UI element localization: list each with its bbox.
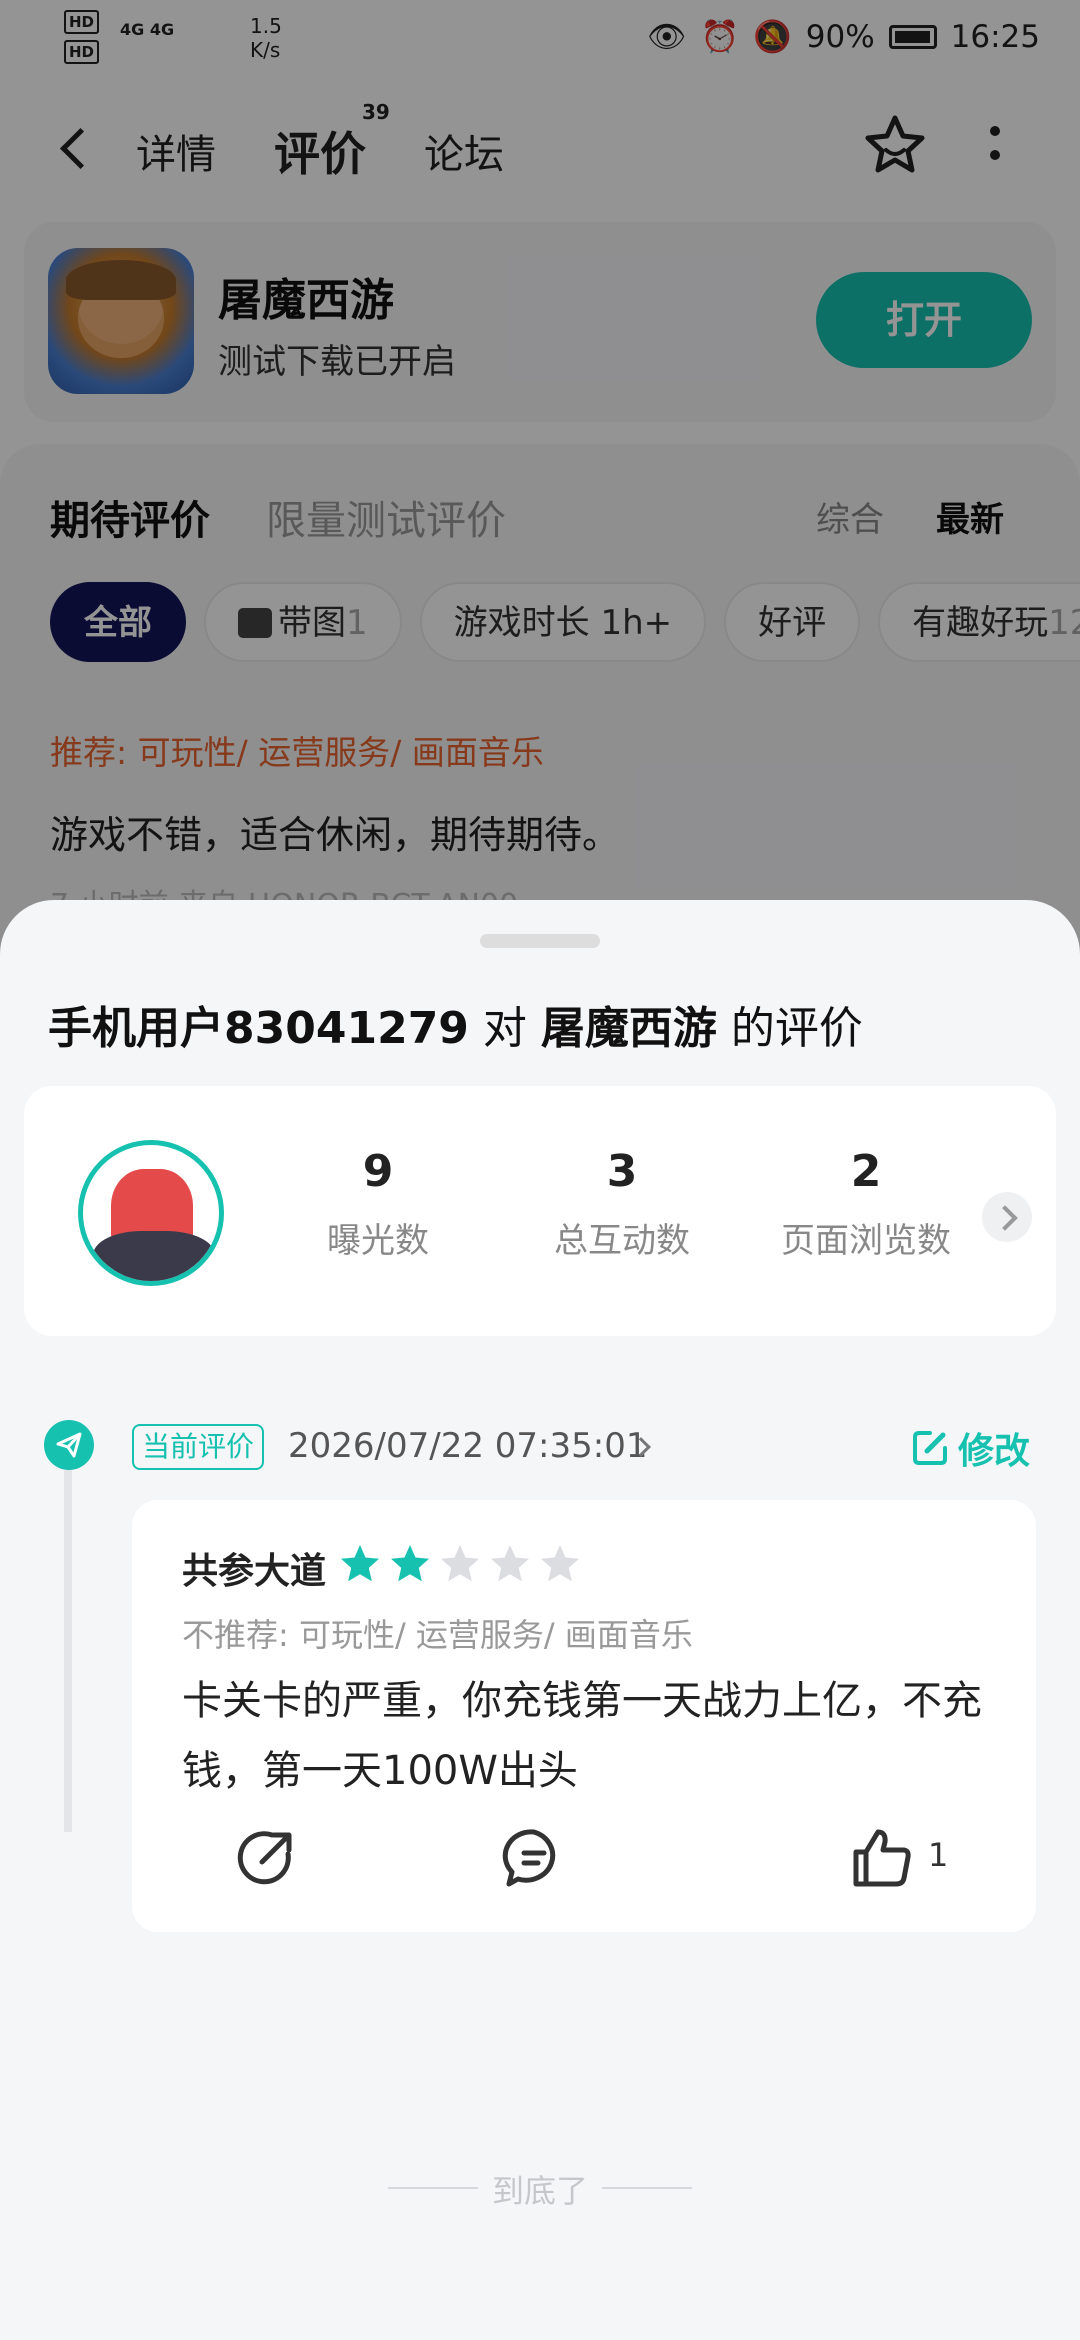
star-empty-icon xyxy=(541,1545,579,1582)
sheet-title: 手机用户83041279 对 屠魔西游 的评价 xyxy=(48,1003,863,1054)
review-card: 共参大道 不推荐: 可玩性/ 运营服务/ 画面音乐 卡关卡的严重，你充钱第一天战… xyxy=(132,1500,1036,1932)
star-empty-icon xyxy=(491,1545,529,1582)
star-filled-icon xyxy=(391,1545,429,1582)
star-rating xyxy=(338,1542,582,1586)
stat-interactions: 3 总互动数 xyxy=(554,1146,690,1261)
edit-button[interactable]: 修改 xyxy=(910,1422,1030,1474)
current-review-badge: 当前评价 xyxy=(132,1424,265,1470)
timeline-line xyxy=(64,1470,72,1832)
avatar xyxy=(78,1140,224,1286)
star-filled-icon xyxy=(341,1545,379,1582)
stat-exposure: 9 曝光数 xyxy=(327,1146,429,1261)
star-empty-icon xyxy=(441,1545,479,1582)
like-icon[interactable] xyxy=(848,1824,916,1892)
review-actions: 1 xyxy=(132,1818,1036,1898)
stat-page-views: 2 页面浏览数 xyxy=(781,1146,951,1261)
review-author: 共参大道 xyxy=(182,1551,327,1592)
end-of-list: 到底了 xyxy=(388,2166,692,2212)
stats-card: 9 曝光数 3 总互动数 2 页面浏览数 xyxy=(24,1086,1056,1336)
review-recommend-tags: 不推荐: 可玩性/ 运营服务/ 画面音乐 xyxy=(182,1616,693,1654)
chevron-right-icon[interactable] xyxy=(982,1192,1032,1242)
comment-icon[interactable] xyxy=(500,1824,568,1892)
send-icon xyxy=(44,1420,94,1470)
drag-handle[interactable] xyxy=(480,934,600,948)
share-icon[interactable] xyxy=(232,1824,300,1892)
edit-icon xyxy=(913,1431,947,1465)
like-count: 1 xyxy=(928,1836,949,1874)
review-text: 卡关卡的严重，你充钱第一天战力上亿，不充钱，第一天100W出头 xyxy=(182,1678,982,1794)
review-detail-sheet: 手机用户83041279 对 屠魔西游 的评价 9 曝光数 3 总互动数 2 页… xyxy=(0,900,1080,2340)
review-timestamp[interactable]: 2026/07/22 07:35:01 xyxy=(288,1426,647,1466)
